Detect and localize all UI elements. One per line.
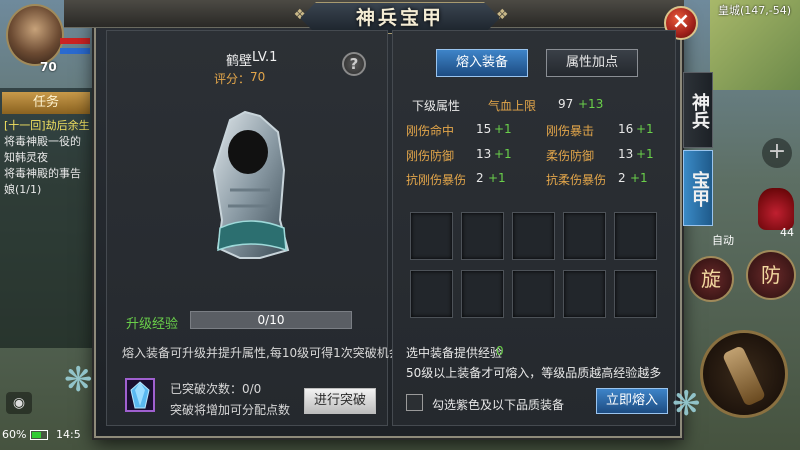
stat-increase-soft-def: +1 (636, 147, 654, 161)
stat-label-anti-soft-crit-dmg: 抗柔伤暴伤 (546, 173, 607, 187)
equipment-slot[interactable] (461, 270, 504, 318)
item-name: 鹤壁 (226, 54, 253, 69)
breakthrough-button[interactable]: 进行突破 (304, 388, 376, 414)
skill-button-defend[interactable]: 防 (746, 250, 796, 300)
camera-icon[interactable]: ◉ (6, 392, 32, 414)
dialog-title: 神兵宝甲 (355, 7, 444, 29)
select-purple-quality-label[interactable]: 勾选紫色及以下品质装备 (432, 396, 564, 413)
stat-value-hard-def: 13 (476, 147, 492, 161)
equipment-slot[interactable] (512, 270, 555, 318)
stat-value-max-hp: 97 (558, 97, 574, 111)
stat-label-hard-hit: 刚伤命中 (406, 124, 455, 138)
upgrade-description: 熔入装备可升级并提升属性,每10级可得1次突破机会 (122, 346, 401, 360)
stat-label-max-hp: 气血上限 (488, 99, 537, 113)
tab-fuse-equipment[interactable]: 熔入装备 (436, 49, 528, 77)
quest-line: 将毒神殿一役的 (4, 135, 81, 148)
tab-attribute-points[interactable]: 属性加点 (546, 49, 638, 77)
provide-exp-label: 选中装备提供经验 (406, 346, 503, 360)
quest-line: 知韩灵夜 (4, 151, 48, 164)
potion-count: 44 (780, 226, 794, 239)
provide-exp-value: 0 (496, 344, 504, 358)
battery-percent: 60% (2, 428, 27, 441)
auto-label: 自动 (712, 234, 734, 247)
side-tab-weapon[interactable]: 神兵 (683, 72, 713, 148)
item-score-value: 70 (250, 70, 266, 84)
stat-increase-max-hp: +13 (578, 97, 604, 111)
player-level: 70 (40, 60, 57, 74)
stat-increase-anti-hard-crit-dmg: +1 (488, 171, 506, 185)
armor-icon (212, 110, 290, 259)
equipment-slot[interactable] (410, 270, 453, 318)
potion-icon[interactable] (758, 188, 794, 230)
stat-value-soft-def: 13 (618, 147, 634, 161)
stat-increase-hard-crit: +1 (636, 122, 654, 136)
stat-label-soft-def: 柔伤防御 (546, 149, 595, 163)
title-ornament-right-icon: ❖ (496, 7, 509, 23)
quest-tab[interactable]: 任务 (2, 92, 90, 114)
equipment-slot[interactable] (563, 270, 606, 318)
equipment-slot[interactable] (512, 212, 555, 260)
equipment-slot[interactable] (614, 270, 657, 318)
mp-bar (60, 48, 90, 54)
clock-time: 14:5 (56, 428, 81, 441)
side-tab-armor-label: 宝甲 (689, 171, 710, 207)
select-purple-quality-checkbox[interactable] (406, 394, 423, 411)
player-avatar[interactable] (6, 4, 64, 66)
exp-progress-text: 0/10 (257, 313, 285, 327)
fuse-requirement-note: 50级以上装备才可熔入，等级品质越高经验越多 (406, 366, 662, 380)
equipment-slot[interactable] (461, 212, 504, 260)
leaf-ornament-right-icon: ❋ (672, 384, 701, 424)
stat-value-hard-crit: 16 (618, 122, 634, 136)
leaf-ornament-left-icon: ❋ (64, 360, 93, 400)
skill-button-spin[interactable]: 旋 (688, 256, 734, 302)
upgrade-exp-label: 升级经验 (126, 317, 179, 332)
fuse-now-button[interactable]: 立即熔入 (596, 388, 668, 414)
side-tab-armor[interactable]: 宝甲 (683, 150, 713, 226)
stat-label-hard-def: 刚伤防御 (406, 149, 455, 163)
breakthrough-gem-icon (125, 378, 155, 412)
stat-value-anti-soft-crit-dmg: 2 (618, 171, 626, 185)
equipment-slot[interactable] (614, 212, 657, 260)
quest-tracker[interactable]: [十一回]劫后余生 将毒神殿一役的 知韩灵夜 将毒神殿的事告 娘(1/1) (4, 118, 94, 198)
main-attack-button[interactable] (700, 330, 788, 418)
stat-value-hard-hit: 15 (476, 122, 492, 136)
quest-line: 将毒神殿的事告 (4, 167, 81, 180)
hp-bar (60, 38, 90, 44)
exp-progress-bar: 0/10 (190, 311, 352, 329)
quest-line: [十一回]劫后余生 (4, 119, 90, 132)
stat-increase-hard-hit: +1 (494, 122, 512, 136)
item-score-label: 评分： (214, 72, 251, 86)
map-coordinates: 皇城(147,-54) (718, 4, 792, 17)
next-level-stats-title: 下级属性 (412, 99, 461, 113)
breakthrough-count: 已突破次数：0/0 (170, 382, 262, 396)
equipment-slot[interactable] (563, 212, 606, 260)
side-tab-weapon-label: 神兵 (689, 93, 710, 129)
battery-icon (30, 430, 48, 440)
stat-label-anti-hard-crit-dmg: 抗刚伤暴伤 (406, 173, 467, 187)
stat-increase-anti-soft-crit-dmg: +1 (630, 171, 648, 185)
breakthrough-note: 突破将增加可分配点数 (170, 403, 291, 417)
stat-label-hard-crit: 刚伤暴击 (546, 124, 595, 138)
quest-line: 娘(1/1) (4, 183, 42, 196)
stat-value-anti-hard-crit-dmg: 2 (476, 171, 484, 185)
add-skill-button[interactable]: + (762, 138, 792, 168)
item-level: LV.1 (252, 50, 278, 65)
help-icon[interactable]: ? (342, 52, 366, 76)
stat-increase-hard-def: +1 (494, 147, 512, 161)
equipment-slot[interactable] (410, 212, 453, 260)
